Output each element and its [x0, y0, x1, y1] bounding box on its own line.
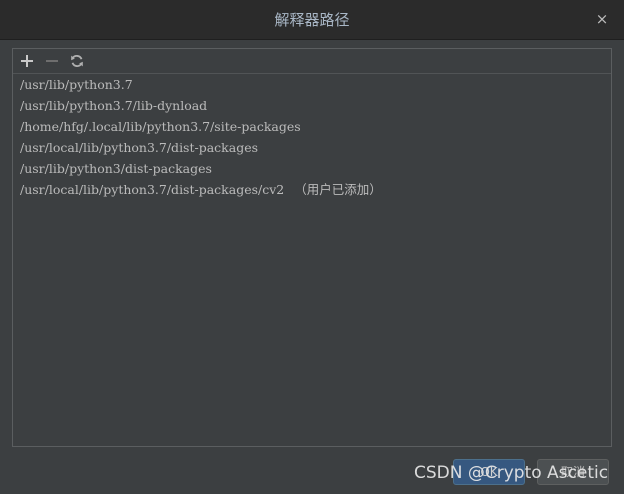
- path-text: /usr/local/lib/python3.7/dist-packages/c…: [20, 182, 285, 197]
- path-text: /usr/lib/python3.7: [20, 77, 133, 92]
- close-icon[interactable]: ×: [594, 11, 610, 27]
- path-list-item[interactable]: /home/hfg/.local/lib/python3.7/site-pack…: [13, 116, 611, 137]
- user-added-note: （用户已添加）: [294, 182, 382, 197]
- path-list-item[interactable]: /usr/lib/python3.7/lib-dynload: [13, 95, 611, 116]
- path-list-item[interactable]: /usr/lib/python3/dist-packages: [13, 158, 611, 179]
- path-text: /home/hfg/.local/lib/python3.7/site-pack…: [20, 119, 301, 134]
- plus-icon: [21, 55, 33, 67]
- ok-button[interactable]: OK: [453, 459, 525, 485]
- cancel-button[interactable]: 取消: [537, 459, 609, 485]
- path-text: /usr/local/lib/python3.7/dist-packages: [20, 140, 259, 155]
- interpreter-path-list: /usr/lib/python3.7 /usr/lib/python3.7/li…: [13, 74, 611, 200]
- path-text: /usr/lib/python3.7/lib-dynload: [20, 98, 208, 113]
- add-path-button[interactable]: [19, 53, 35, 69]
- path-list-item[interactable]: /usr/lib/python3.7: [13, 74, 611, 95]
- path-list-item[interactable]: /usr/local/lib/python3.7/dist-packages/c…: [13, 179, 611, 200]
- interpreter-paths-dialog: 解释器路径 × /usr/lib/python3.7 /usr/lib/pyth…: [0, 0, 624, 494]
- paths-panel: /usr/lib/python3.7 /usr/lib/python3.7/li…: [12, 48, 612, 447]
- minus-icon: [46, 60, 58, 62]
- path-text: /usr/lib/python3/dist-packages: [20, 161, 212, 176]
- title-bar: 解释器路径 ×: [0, 0, 624, 40]
- refresh-icon: [71, 55, 83, 67]
- path-list-item[interactable]: /usr/local/lib/python3.7/dist-packages: [13, 137, 611, 158]
- paths-toolbar: [13, 49, 611, 74]
- refresh-paths-button[interactable]: [69, 53, 85, 69]
- dialog-title: 解释器路径: [274, 11, 350, 29]
- remove-path-button[interactable]: [44, 53, 60, 69]
